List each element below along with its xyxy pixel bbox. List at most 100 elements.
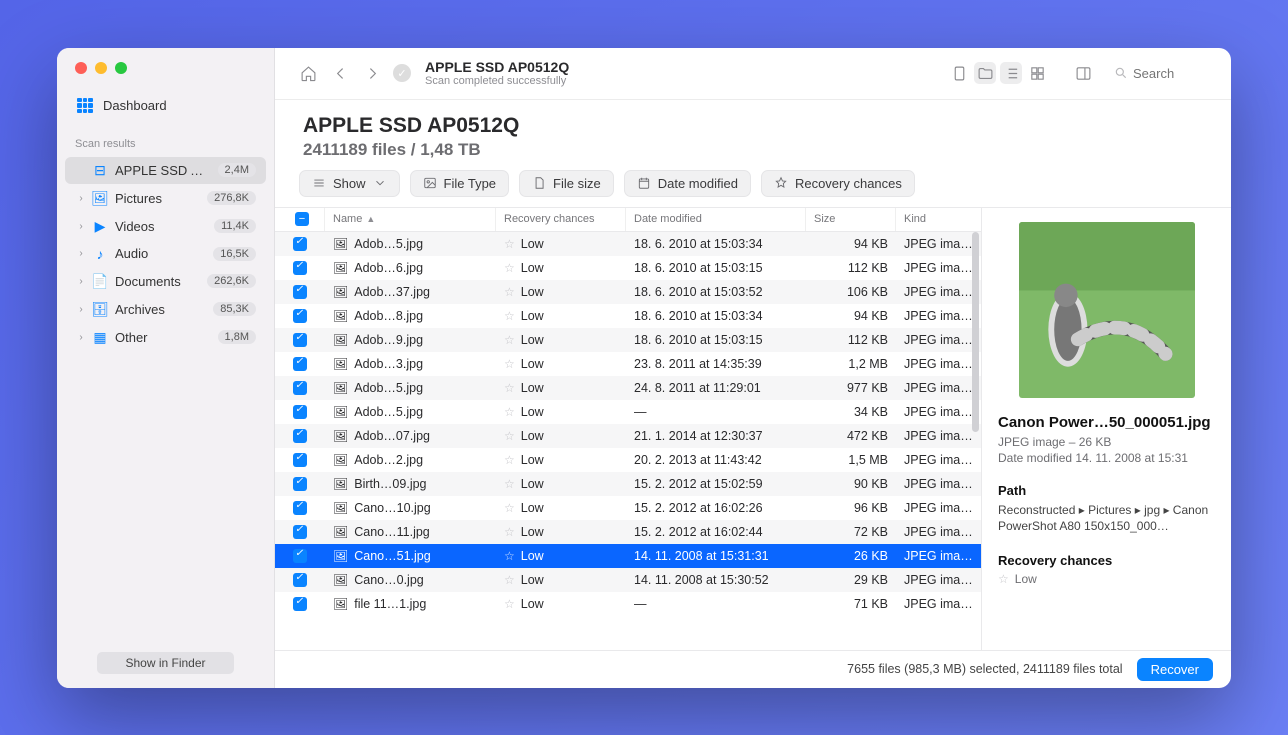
- recovery-label: Low: [521, 597, 544, 611]
- maximize-button[interactable]: [115, 62, 127, 74]
- star-icon[interactable]: ☆: [504, 477, 515, 491]
- filter-date[interactable]: Date modified: [624, 170, 751, 197]
- nav-count: 276,8K: [207, 191, 256, 205]
- back-icon[interactable]: [329, 62, 351, 84]
- date-cell: 21. 1. 2014 at 12:30:37: [626, 429, 806, 443]
- sidebar-item-archive[interactable]: ›🗄Archives85,3K: [65, 296, 266, 323]
- size-cell: 29 KB: [806, 573, 896, 587]
- filter-show[interactable]: Show: [299, 170, 400, 197]
- recover-button[interactable]: Recover: [1137, 658, 1213, 681]
- row-checkbox[interactable]: [293, 285, 307, 299]
- filter-size[interactable]: File size: [519, 170, 614, 197]
- search-box[interactable]: [1114, 66, 1213, 81]
- star-icon[interactable]: ☆: [504, 237, 515, 251]
- file-name: Adob…5.jpg: [354, 237, 423, 251]
- star-icon[interactable]: ☆: [504, 525, 515, 539]
- scrollbar[interactable]: [972, 232, 979, 432]
- col-date[interactable]: Date modified: [626, 208, 806, 231]
- table-row[interactable]: 🖼Cano…10.jpg☆Low15. 2. 2012 at 16:02:269…: [275, 496, 981, 520]
- table-row[interactable]: 🖼Adob…5.jpg☆Low24. 8. 2011 at 11:29:0197…: [275, 376, 981, 400]
- row-checkbox[interactable]: [293, 333, 307, 347]
- sidebar-item-drive[interactable]: ⊟APPLE SSD AP0…2,4M: [65, 157, 266, 184]
- row-checkbox[interactable]: [293, 237, 307, 251]
- preview-recovery-header: Recovery chances: [998, 553, 1215, 568]
- sidebar-item-audio[interactable]: ›♪Audio16,5K: [65, 241, 266, 267]
- dashboard-label: Dashboard: [103, 98, 167, 113]
- other-icon: ▦: [91, 329, 109, 346]
- table-row[interactable]: 🖼Cano…51.jpg☆Low14. 11. 2008 at 15:31:31…: [275, 544, 981, 568]
- col-size[interactable]: Size: [806, 208, 896, 231]
- close-button[interactable]: [75, 62, 87, 74]
- sidebar-item-doc[interactable]: ›📄Documents262,6K: [65, 268, 266, 295]
- table-row[interactable]: 🖼Cano…11.jpg☆Low15. 2. 2012 at 16:02:447…: [275, 520, 981, 544]
- star-icon[interactable]: ☆: [504, 285, 515, 299]
- row-checkbox[interactable]: [293, 477, 307, 491]
- toggle-sidebar-icon[interactable]: [1072, 62, 1094, 84]
- select-all-checkbox[interactable]: −: [295, 212, 309, 226]
- chevron-right-icon: ›: [77, 276, 85, 287]
- view-grid-icon[interactable]: [1026, 62, 1048, 84]
- star-icon[interactable]: ☆: [504, 597, 515, 611]
- row-checkbox[interactable]: [293, 357, 307, 371]
- row-checkbox[interactable]: [293, 429, 307, 443]
- row-checkbox[interactable]: [293, 309, 307, 323]
- row-checkbox[interactable]: [293, 405, 307, 419]
- star-icon[interactable]: ☆: [504, 549, 515, 563]
- minimize-button[interactable]: [95, 62, 107, 74]
- dashboard-item[interactable]: Dashboard: [57, 92, 274, 120]
- row-checkbox[interactable]: [293, 597, 307, 611]
- col-recovery[interactable]: Recovery chances: [496, 208, 626, 231]
- star-icon[interactable]: ☆: [504, 357, 515, 371]
- view-folder-icon[interactable]: [974, 62, 996, 84]
- table-row[interactable]: 🖼Adob…9.jpg☆Low18. 6. 2010 at 15:03:1511…: [275, 328, 981, 352]
- nav-count: 85,3K: [213, 302, 256, 316]
- star-icon[interactable]: ☆: [504, 261, 515, 275]
- show-in-finder-button[interactable]: Show in Finder: [97, 652, 233, 674]
- star-icon[interactable]: ☆: [504, 309, 515, 323]
- forward-icon[interactable]: [361, 62, 383, 84]
- row-checkbox[interactable]: [293, 501, 307, 515]
- row-checkbox[interactable]: [293, 573, 307, 587]
- image-icon: [423, 176, 437, 190]
- star-icon[interactable]: ☆: [504, 453, 515, 467]
- file-icon: 🖼: [333, 501, 348, 515]
- col-kind[interactable]: Kind: [896, 208, 981, 231]
- date-cell: —: [626, 597, 806, 611]
- star-icon[interactable]: ☆: [504, 405, 515, 419]
- table-row[interactable]: 🖼Cano…0.jpg☆Low14. 11. 2008 at 15:30:522…: [275, 568, 981, 592]
- star-icon[interactable]: ☆: [504, 429, 515, 443]
- home-icon[interactable]: [297, 62, 319, 84]
- table-row[interactable]: 🖼Adob…07.jpg☆Low21. 1. 2014 at 12:30:374…: [275, 424, 981, 448]
- row-checkbox[interactable]: [293, 381, 307, 395]
- table-row[interactable]: 🖼Birth…09.jpg☆Low15. 2. 2012 at 15:02:59…: [275, 472, 981, 496]
- filter-recovery[interactable]: Recovery chances: [761, 170, 915, 197]
- row-checkbox[interactable]: [293, 525, 307, 539]
- row-checkbox[interactable]: [293, 453, 307, 467]
- row-checkbox[interactable]: [293, 549, 307, 563]
- table-row[interactable]: 🖼Adob…37.jpg☆Low18. 6. 2010 at 15:03:521…: [275, 280, 981, 304]
- table-body[interactable]: 🖼Adob…5.jpg☆Low18. 6. 2010 at 15:03:3494…: [275, 232, 981, 650]
- nav-count: 1,8M: [218, 330, 256, 344]
- table-row[interactable]: 🖼Adob…6.jpg☆Low18. 6. 2010 at 15:03:1511…: [275, 256, 981, 280]
- row-checkbox[interactable]: [293, 261, 307, 275]
- table-row[interactable]: 🖼Adob…5.jpg☆Low—34 KBJPEG ima…: [275, 400, 981, 424]
- toolbar: ✓ APPLE SSD AP0512Q Scan completed succe…: [275, 48, 1231, 100]
- star-icon[interactable]: ☆: [504, 381, 515, 395]
- view-icon-icon[interactable]: [948, 62, 970, 84]
- table-row[interactable]: 🖼Adob…5.jpg☆Low18. 6. 2010 at 15:03:3494…: [275, 232, 981, 256]
- table-row[interactable]: 🖼Adob…8.jpg☆Low18. 6. 2010 at 15:03:3494…: [275, 304, 981, 328]
- size-cell: 90 KB: [806, 477, 896, 491]
- sidebar-item-other[interactable]: ›▦Other1,8M: [65, 324, 266, 351]
- star-icon[interactable]: ☆: [504, 573, 515, 587]
- sidebar-item-video[interactable]: ›▶Videos11,4K: [65, 213, 266, 240]
- table-row[interactable]: 🖼file 11…1.jpg☆Low—71 KBJPEG ima…: [275, 592, 981, 616]
- table-row[interactable]: 🖼Adob…3.jpg☆Low23. 8. 2011 at 14:35:391,…: [275, 352, 981, 376]
- star-icon[interactable]: ☆: [504, 333, 515, 347]
- star-icon[interactable]: ☆: [504, 501, 515, 515]
- filter-type[interactable]: File Type: [410, 170, 510, 197]
- search-input[interactable]: [1133, 66, 1213, 81]
- col-name[interactable]: Name▲: [325, 208, 496, 231]
- view-list-icon[interactable]: [1000, 62, 1022, 84]
- sidebar-item-image[interactable]: ›🖼Pictures276,8K: [65, 185, 266, 212]
- table-row[interactable]: 🖼Adob…2.jpg☆Low20. 2. 2013 at 11:43:421,…: [275, 448, 981, 472]
